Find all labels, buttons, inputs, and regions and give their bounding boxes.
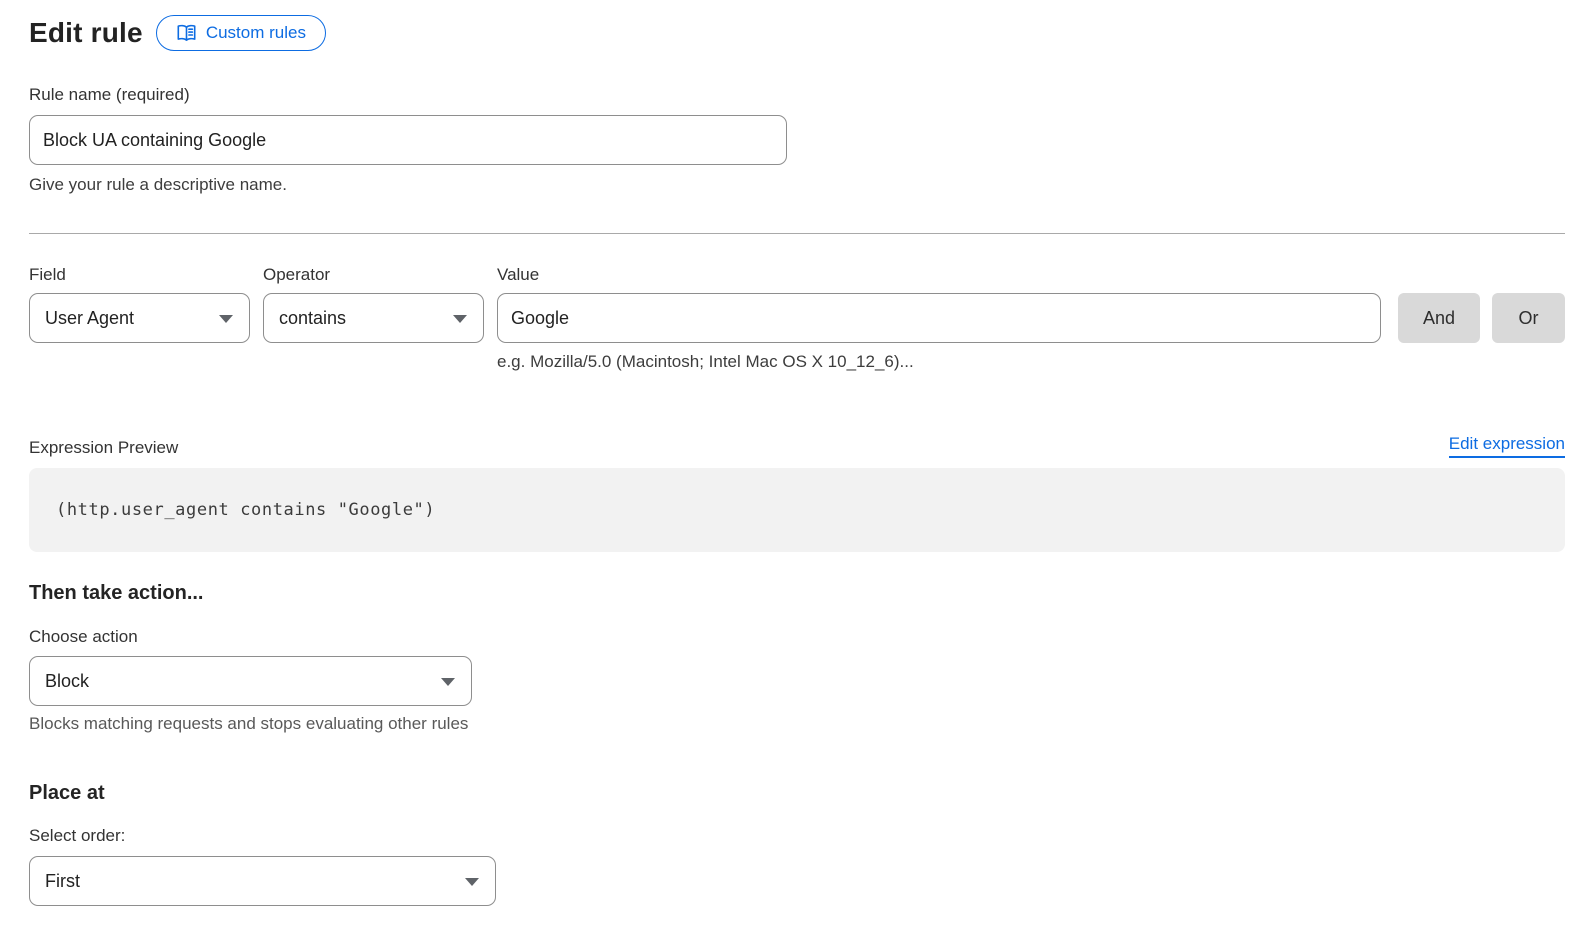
page-title: Edit rule (29, 17, 143, 49)
and-button[interactable]: And (1398, 293, 1480, 343)
order-select-value: First (45, 871, 80, 892)
caret-down-icon (453, 315, 467, 323)
field-select[interactable]: User Agent (29, 293, 250, 343)
field-select-value: User Agent (45, 308, 134, 329)
place-at-heading: Place at (29, 782, 1565, 805)
expression-preview-header: Expression Preview Edit expression (29, 434, 1565, 458)
value-help: e.g. Mozilla/5.0 (Macintosh; Intel Mac O… (497, 352, 1381, 372)
open-book-icon (176, 24, 197, 42)
rule-name-label: Rule name (required) (29, 84, 1565, 105)
order-select[interactable]: First (29, 856, 496, 906)
operator-column: Operator contains (263, 264, 484, 343)
operator-select[interactable]: contains (263, 293, 484, 343)
caret-down-icon (219, 315, 233, 323)
value-column: Value e.g. Mozilla/5.0 (Macintosh; Intel… (497, 264, 1381, 372)
rule-name-help: Give your rule a descriptive name. (29, 175, 1565, 195)
or-button[interactable]: Or (1492, 293, 1565, 343)
operator-label: Operator (263, 264, 484, 285)
edit-expression-link[interactable]: Edit expression (1449, 434, 1565, 458)
expression-code: (http.user_agent contains "Google") (56, 500, 435, 520)
action-help: Blocks matching requests and stops evalu… (29, 714, 1565, 734)
rule-name-input[interactable] (29, 115, 787, 165)
expression-code-block: (http.user_agent contains "Google") (29, 468, 1565, 552)
caret-down-icon (441, 678, 455, 686)
action-select-value: Block (45, 671, 89, 692)
page-header: Edit rule Custom rules (29, 15, 1565, 51)
choose-action-label: Choose action (29, 626, 1565, 647)
value-label: Value (497, 264, 1381, 285)
custom-rules-badge-label: Custom rules (206, 23, 306, 43)
section-divider (29, 233, 1565, 234)
custom-rules-badge[interactable]: Custom rules (156, 15, 326, 51)
field-label: Field (29, 264, 250, 285)
action-select[interactable]: Block (29, 656, 472, 706)
operator-select-value: contains (279, 308, 346, 329)
value-input[interactable] (497, 293, 1381, 343)
rule-name-section: Rule name (required) Give your rule a de… (29, 84, 1565, 195)
action-heading: Then take action... (29, 582, 1565, 605)
expression-preview-label: Expression Preview (29, 437, 178, 458)
condition-row: Field User Agent Operator contains Value… (29, 264, 1565, 372)
caret-down-icon (465, 878, 479, 886)
edit-rule-page: Edit rule Custom rules Rule name (requir… (0, 0, 1587, 906)
field-column: Field User Agent (29, 264, 250, 343)
select-order-label: Select order: (29, 825, 1565, 846)
